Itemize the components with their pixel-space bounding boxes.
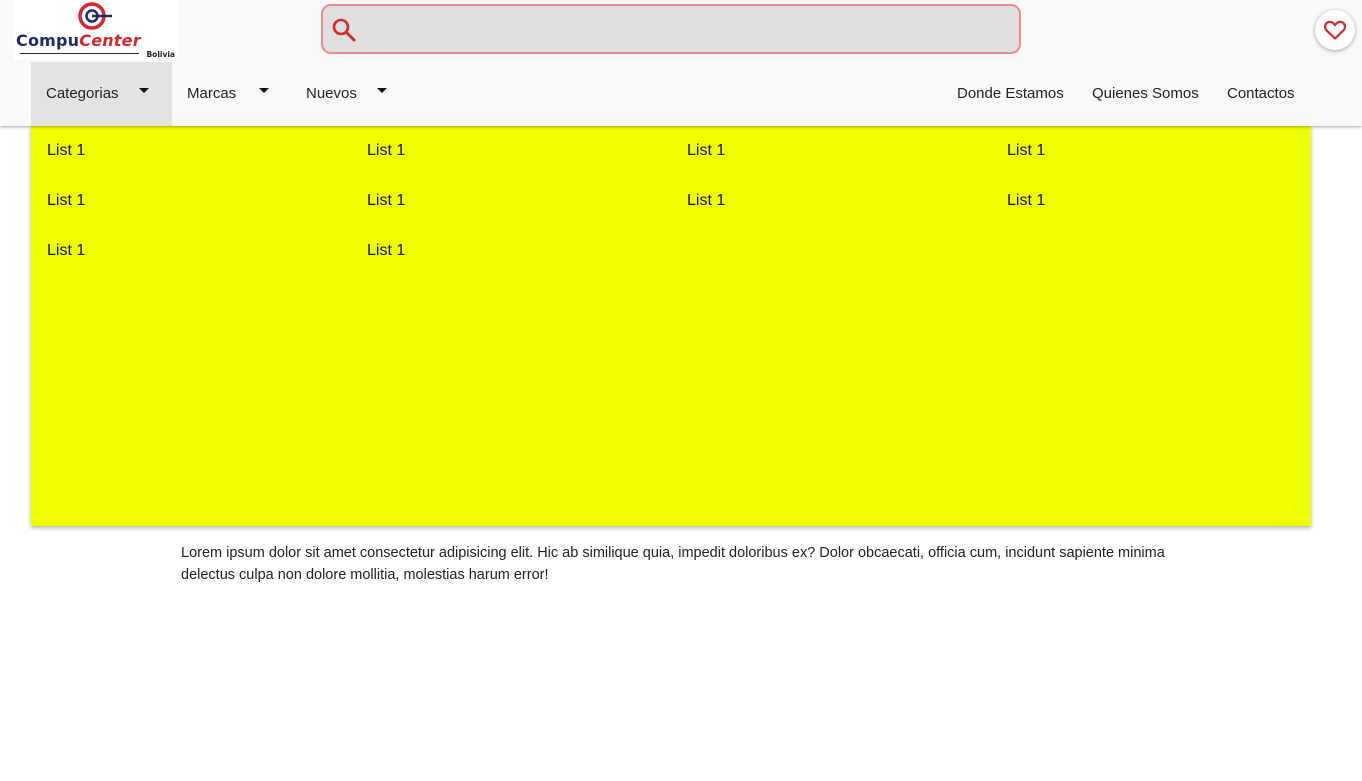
menu-list-item[interactable]: List 1 [47, 141, 85, 161]
search-bar[interactable] [321, 4, 1021, 54]
nav-marcas[interactable]: Marcas [172, 62, 284, 126]
menu-list-item[interactable]: List 1 [1007, 191, 1045, 211]
menu-list-item[interactable]: List 1 [367, 241, 405, 261]
nav-nuevos[interactable]: Nuevos [291, 62, 401, 126]
nav-quienes-somos[interactable]: Quienes Somos [1077, 62, 1212, 126]
menu-list-item[interactable]: List 1 [47, 241, 85, 261]
menu-list-item[interactable]: List 1 [687, 191, 725, 211]
search-icon[interactable] [331, 17, 357, 43]
chevron-down-icon [139, 88, 149, 93]
heart-icon [1324, 20, 1346, 40]
logo-mark-icon [78, 2, 112, 30]
menu-list-item[interactable]: List 1 [1007, 141, 1045, 161]
nav-marcas-label: Marcas [187, 85, 237, 102]
menu-list-item[interactable]: List 1 [367, 141, 405, 161]
nav-donde-estamos[interactable]: Donde Estamos [942, 62, 1077, 126]
categories-mega-menu: List 1 List 1 List 1 List 1 List 1 List … [31, 126, 1311, 526]
menu-list-item[interactable]: List 1 [47, 191, 85, 211]
nav-nuevos-label: Nuevos [306, 85, 357, 102]
logo-wordmark: CompuCenter [16, 33, 141, 49]
menu-list-item[interactable]: List 1 [687, 141, 725, 161]
logo-underline [20, 53, 139, 54]
menu-list-item[interactable]: List 1 [367, 191, 405, 211]
favorites-button[interactable] [1315, 10, 1355, 50]
logo-word-part2: Center [79, 31, 141, 50]
site-header: CompuCenter Bolivia Categorias Marcas Nu… [0, 0, 1362, 126]
search-input[interactable] [367, 12, 1011, 48]
nav-categorias[interactable]: Categorias [31, 62, 172, 126]
logo[interactable]: CompuCenter Bolivia [14, 0, 177, 60]
nav-contactos-label: Contactos [1227, 85, 1295, 102]
nav-categorias-label: Categorias [46, 85, 119, 102]
nav-quienes-somos-label: Quienes Somos [1092, 85, 1199, 102]
nav-contactos[interactable]: Contactos [1212, 62, 1312, 126]
chevron-down-icon [259, 88, 269, 93]
chevron-down-icon [377, 88, 387, 93]
logo-word-part1: Compu [16, 31, 80, 50]
logo-subtitle: Bolivia [146, 50, 175, 59]
nav-donde-estamos-label: Donde Estamos [957, 85, 1064, 102]
content-paragraph: Lorem ipsum dolor sit amet consectetur a… [181, 544, 1165, 583]
